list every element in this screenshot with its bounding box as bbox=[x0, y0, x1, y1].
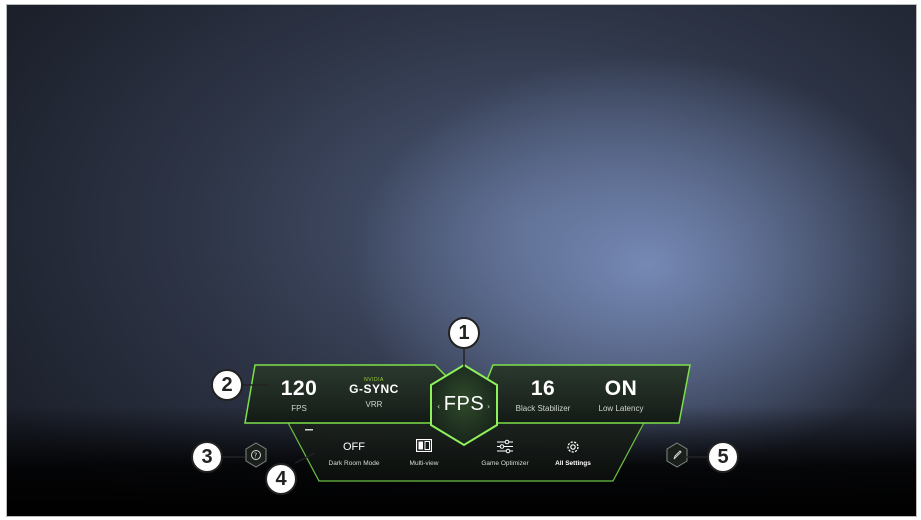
game-dashboard-screen: ‹ › FPS 120 FPS NVIDIA G-SYNC VRR 16 Bla… bbox=[6, 4, 917, 517]
callout-1: 1 bbox=[448, 317, 480, 349]
callout-5: 5 bbox=[707, 441, 739, 473]
callout-lines bbox=[223, 349, 707, 464]
callout-2: 2 bbox=[211, 369, 243, 401]
callout-3: 3 bbox=[191, 441, 223, 473]
callout-4: 4 bbox=[265, 463, 297, 495]
